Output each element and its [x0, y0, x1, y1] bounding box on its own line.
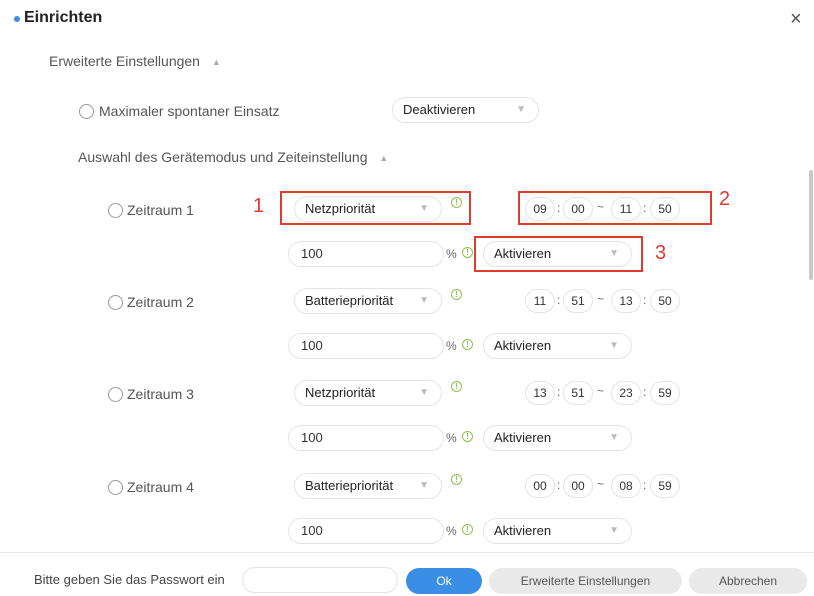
info-icon[interactable]: !	[451, 474, 462, 485]
time-colon: :	[557, 385, 561, 399]
start-minute-input[interactable]: 51	[563, 381, 593, 405]
period-mode-select[interactable]: Batteriepriorität ▼	[294, 473, 442, 499]
time-colon: :	[643, 478, 647, 492]
caret-up-icon: ▲	[379, 153, 389, 163]
start-minute-input[interactable]: 00	[563, 474, 593, 498]
period-mode-value: Batteriepriorität	[305, 293, 394, 308]
enable-select[interactable]: Aktivieren ▼	[483, 333, 632, 359]
end-hour-input[interactable]: 23	[611, 381, 641, 405]
period-mode-value: Netzpriorität	[305, 385, 376, 400]
time-colon: :	[643, 385, 647, 399]
percent-sign: %	[446, 524, 457, 538]
cancel-button[interactable]: Abbrechen	[689, 568, 807, 594]
period-label: Zeitraum 2	[127, 294, 194, 310]
annotation-number-3: 3	[655, 242, 667, 264]
time-tilde: ~	[597, 477, 605, 491]
period-radio[interactable]	[108, 387, 123, 402]
period-label: Zeitraum 4	[127, 479, 194, 495]
start-hour-input[interactable]: 13	[525, 381, 555, 405]
percent-sign: %	[446, 431, 457, 445]
percent-sign: %	[446, 339, 457, 353]
info-icon[interactable]: !	[462, 524, 473, 535]
chevron-down-icon: ▼	[609, 525, 619, 536]
percent-input[interactable]: 100	[288, 425, 444, 451]
time-tilde: ~	[597, 384, 605, 398]
password-label: Bitte geben Sie das Passwort ein	[34, 572, 225, 587]
chevron-down-icon: ▼	[609, 340, 619, 351]
end-hour-input[interactable]: 08	[611, 474, 641, 498]
period-radio[interactable]	[108, 203, 123, 218]
period-mode-value: Batteriepriorität	[305, 478, 394, 493]
enable-value: Aktivieren	[494, 338, 552, 353]
mode-section-header[interactable]: Auswahl des Gerätemodus und Zeiteinstell…	[78, 149, 388, 165]
percent-input[interactable]: 100	[288, 241, 444, 267]
title-dot-icon	[14, 16, 20, 22]
close-icon[interactable]: ×	[790, 8, 802, 31]
max-feed-select[interactable]: Deaktivieren ▼	[392, 97, 539, 123]
info-icon[interactable]: !	[462, 339, 473, 350]
end-hour-input[interactable]: 13	[611, 289, 641, 313]
enable-value: Aktivieren	[494, 430, 552, 445]
scrollbar-thumb[interactable]	[809, 170, 813, 280]
start-hour-input[interactable]: 11	[525, 289, 555, 313]
info-icon[interactable]: !	[451, 381, 462, 392]
max-feed-radio[interactable]	[79, 104, 94, 119]
annotation-box-3	[474, 236, 643, 272]
dialog-header: Einrichten ×	[0, 0, 814, 40]
advanced-settings-button[interactable]: Erweiterte Einstellungen	[489, 568, 682, 594]
ok-button[interactable]: Ok	[406, 568, 482, 594]
caret-up-icon: ▲	[211, 57, 221, 67]
info-icon[interactable]: !	[462, 247, 473, 258]
period-mode-select[interactable]: Batteriepriorität ▼	[294, 288, 442, 314]
end-minute-input[interactable]: 59	[650, 474, 680, 498]
chevron-down-icon: ▼	[516, 104, 526, 115]
enable-select[interactable]: Aktivieren ▼	[483, 425, 632, 451]
enable-select[interactable]: Aktivieren ▼	[483, 518, 632, 544]
percent-sign: %	[446, 247, 457, 261]
percent-input[interactable]: 100	[288, 518, 444, 544]
mode-section-title: Auswahl des Gerätemodus und Zeiteinstell…	[78, 149, 368, 165]
annotation-box-1	[280, 191, 471, 225]
dialog-title: Einrichten	[24, 9, 103, 26]
percent-input[interactable]: 100	[288, 333, 444, 359]
period-label: Zeitraum 3	[127, 386, 194, 402]
period-radio[interactable]	[108, 295, 123, 310]
annotation-box-2	[518, 191, 712, 225]
info-icon[interactable]: !	[451, 289, 462, 300]
advanced-section-header[interactable]: Erweiterte Einstellungen ▲	[49, 53, 221, 69]
period-mode-select[interactable]: Netzpriorität ▼	[294, 380, 442, 406]
annotation-number-2: 2	[719, 188, 731, 210]
password-input[interactable]	[242, 567, 398, 593]
chevron-down-icon: ▼	[609, 432, 619, 443]
advanced-section-title: Erweiterte Einstellungen	[49, 53, 200, 69]
annotation-number-1: 1	[253, 195, 265, 217]
time-tilde: ~	[597, 292, 605, 306]
period-radio[interactable]	[108, 480, 123, 495]
end-minute-input[interactable]: 50	[650, 289, 680, 313]
scrollbar-track[interactable]	[806, 40, 814, 552]
chevron-down-icon: ▼	[419, 387, 429, 398]
start-hour-input[interactable]: 00	[525, 474, 555, 498]
chevron-down-icon: ▼	[419, 480, 429, 491]
time-colon: :	[557, 478, 561, 492]
enable-value: Aktivieren	[494, 523, 552, 538]
start-minute-input[interactable]: 51	[563, 289, 593, 313]
period-label: Zeitraum 1	[127, 202, 194, 218]
time-colon: :	[557, 293, 561, 307]
max-feed-value: Deaktivieren	[403, 102, 476, 117]
end-minute-input[interactable]: 59	[650, 381, 680, 405]
time-colon: :	[643, 293, 647, 307]
max-feed-label: Maximaler spontaner Einsatz	[99, 103, 280, 119]
dialog-footer: Bitte geben Sie das Passwort ein Ok Erwe…	[0, 552, 814, 596]
chevron-down-icon: ▼	[419, 295, 429, 306]
info-icon[interactable]: !	[462, 431, 473, 442]
